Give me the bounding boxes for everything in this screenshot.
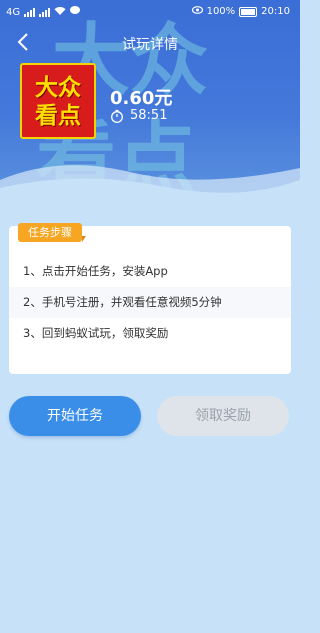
list-item: 3、回到蚂蚁试玩，领取奖励 [9,318,291,349]
signal-icon [24,7,36,17]
stopwatch-icon [111,109,123,123]
page-title: 试玩详情 [122,37,178,53]
status-bar: 4G 100% 20:10 [0,0,300,24]
list-item: 2、手机号注册，并观看任意视频5分钟 [9,287,291,318]
battery-percent: 100% [206,6,236,17]
battery-icon [239,6,258,17]
header-banner: 大众 看点 4G 100% 20:10 试玩详情 大众 看点 0.60元 58:… [0,0,300,205]
wifi-icon [54,6,66,18]
task-steps-card: 任务步骤 1、点击开始任务，安装App 2、手机号注册，并观看任意视频5分钟 3… [9,223,291,374]
task-steps-list: 1、点击开始任务，安装App 2、手机号注册，并观看任意视频5分钟 3、回到蚂蚁… [9,256,291,349]
network-type: 4G [6,6,21,18]
logo-text: 大众 [35,75,81,101]
start-task-button[interactable]: 开始任务 [9,396,141,436]
list-item: 1、点击开始任务，安装App [9,256,291,287]
countdown: 58:51 [110,108,167,123]
app-logo: 大众 看点 [20,63,96,139]
logo-text: 看点 [35,103,81,129]
clock: 20:10 [261,6,290,17]
countdown-text: 58:51 [130,108,168,123]
claim-reward-button[interactable]: 领取奖励 [157,396,289,436]
signal-icon [39,7,51,17]
wave-decoration [0,165,300,205]
navbar: 试玩详情 [0,28,300,58]
message-icon [70,6,81,18]
eye-icon [191,6,203,17]
reward-price: 0.60元 [110,88,173,109]
task-steps-tag: 任务步骤 [18,223,86,242]
